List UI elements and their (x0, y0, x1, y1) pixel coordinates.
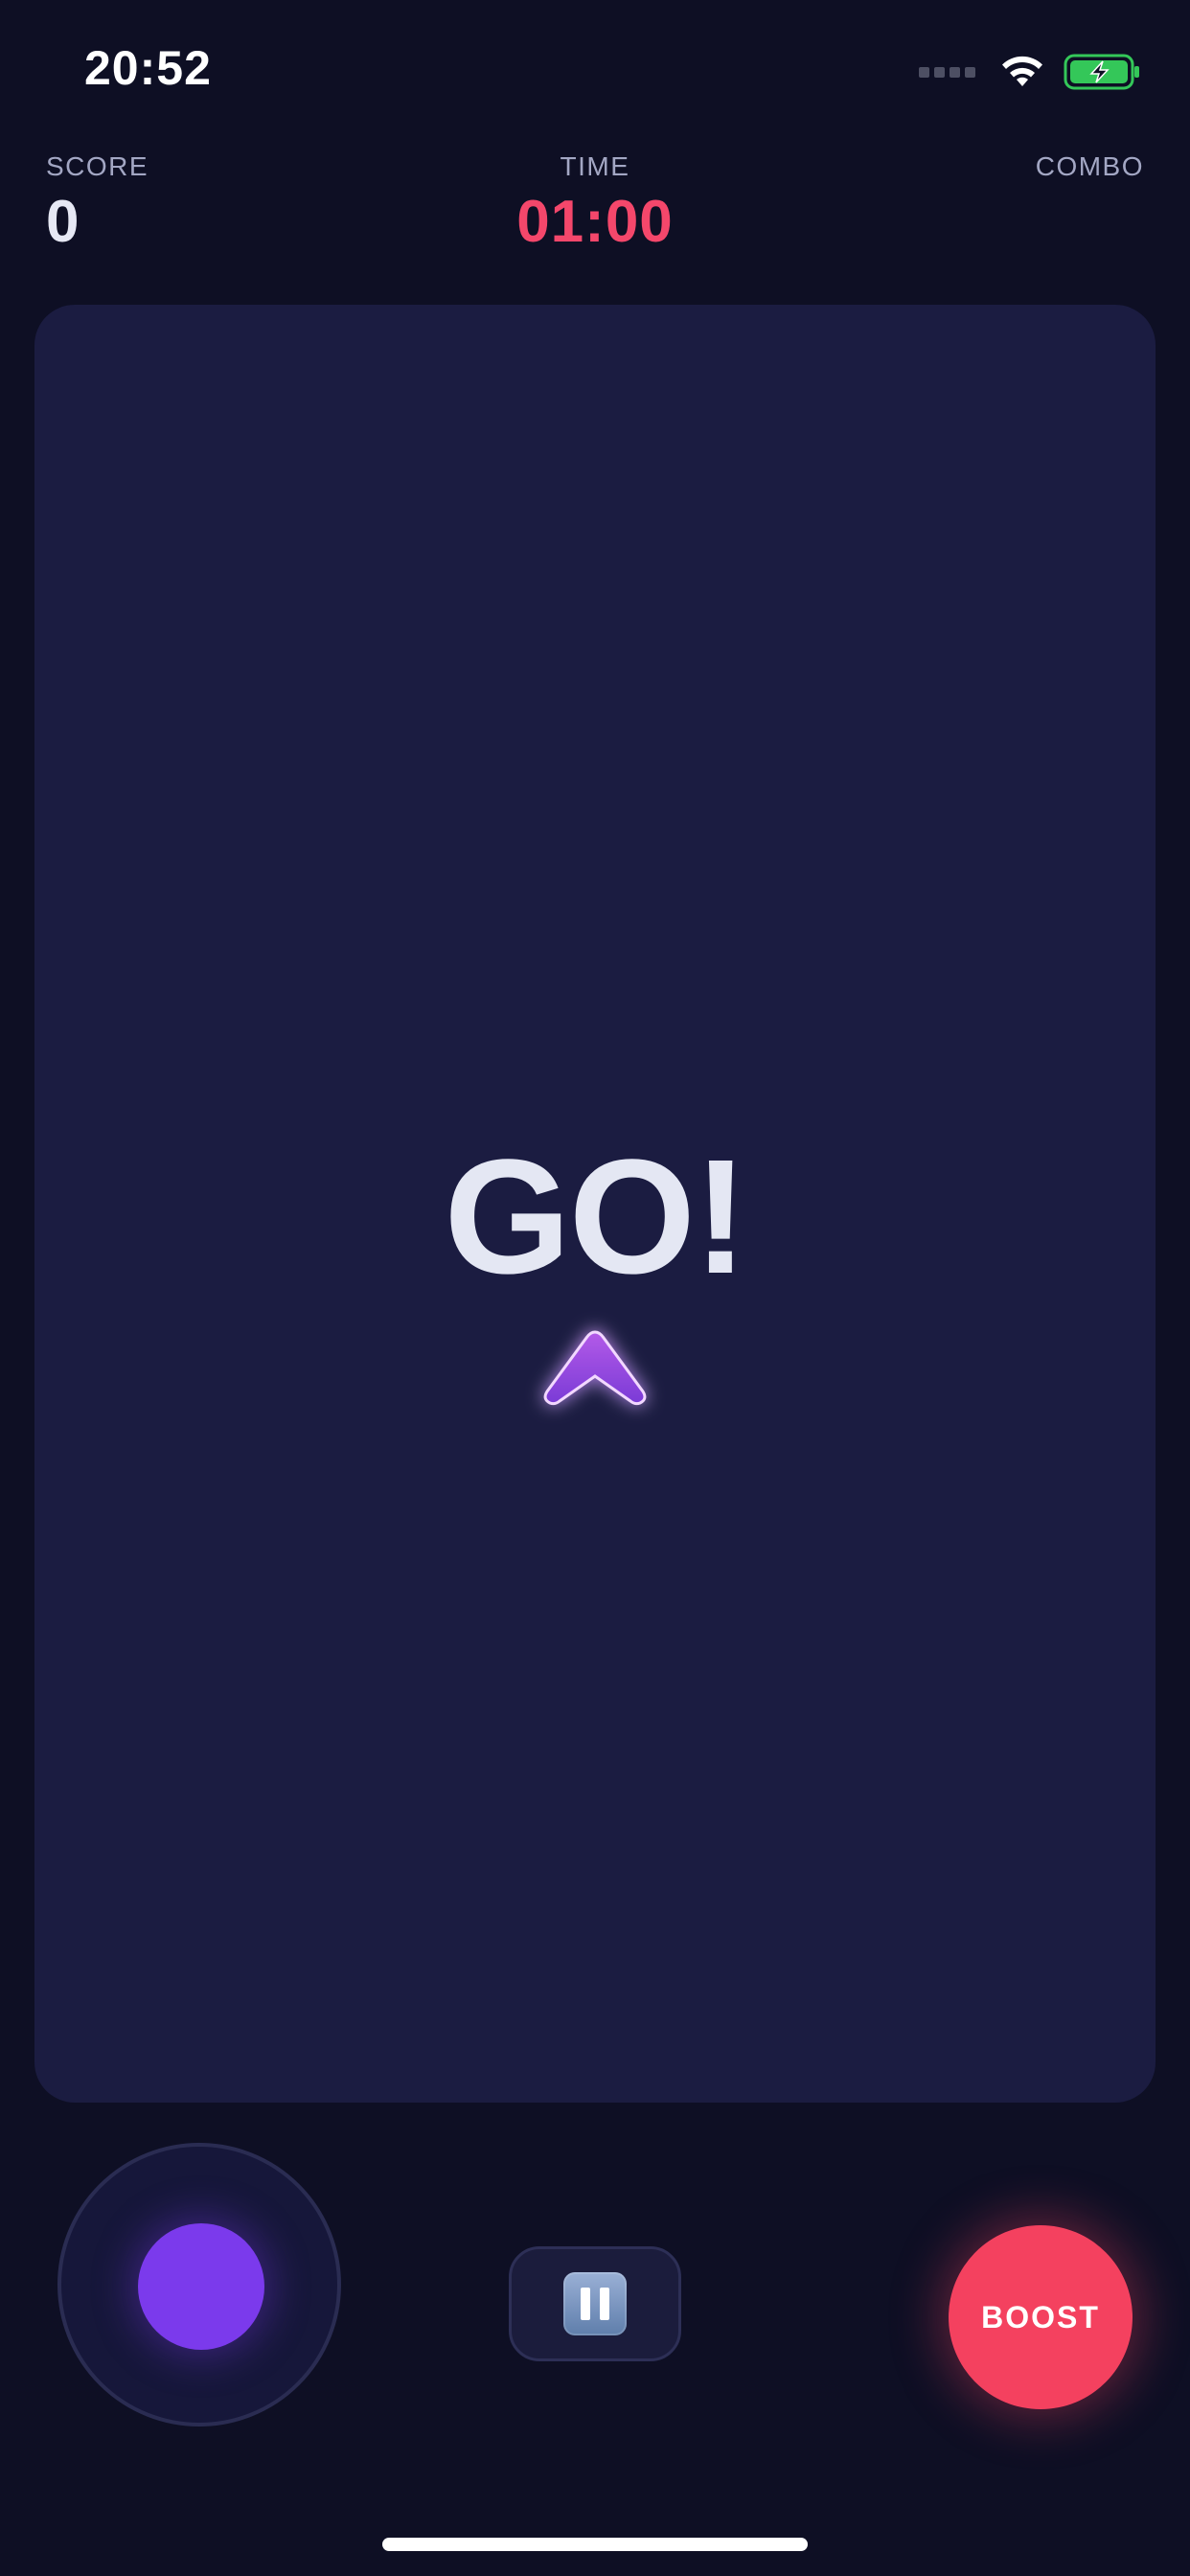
pause-icon (563, 2272, 627, 2335)
pause-button[interactable] (509, 2246, 681, 2361)
status-bar-icons (919, 48, 1142, 96)
joystick-knob[interactable] (138, 2223, 264, 2350)
boost-label: BOOST (981, 2299, 1100, 2334)
cellular-signal-icon (919, 66, 975, 78)
time-value: 01:00 (516, 189, 674, 255)
game-screen: 20:52 SCORE 0 TIME 01:00 COMBO GO! BOOST (0, 0, 1190, 2576)
combo-label: COMBO (1035, 151, 1144, 181)
go-message: GO! (444, 1126, 747, 1308)
battery-charging-icon (1064, 54, 1139, 90)
home-indicator[interactable] (382, 2538, 808, 2551)
wifi-icon (1002, 56, 1042, 86)
arrow-ship-icon (543, 1330, 647, 1406)
play-field[interactable]: GO! (34, 305, 1156, 2103)
time-label: TIME (560, 151, 630, 181)
status-bar-time: 20:52 (84, 41, 212, 95)
boost-button[interactable]: BOOST (949, 2225, 1133, 2409)
